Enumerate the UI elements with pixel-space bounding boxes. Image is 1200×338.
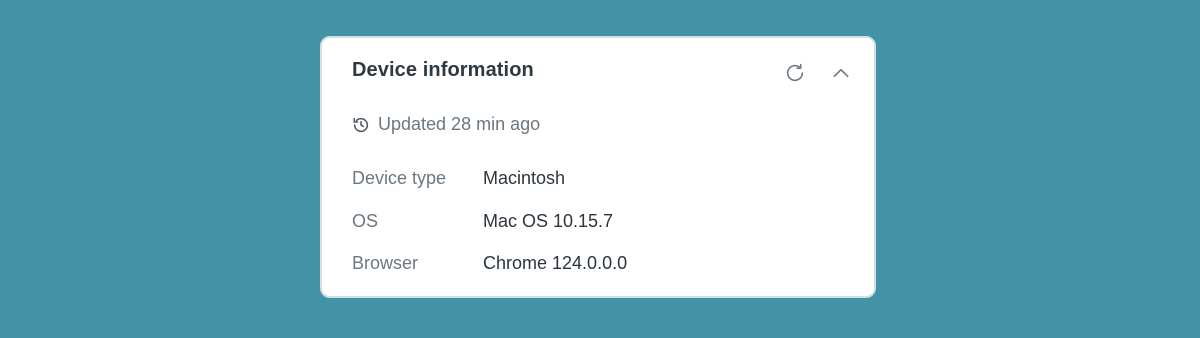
detail-label: Browser	[352, 253, 419, 273]
detail-label: Device type	[352, 168, 447, 188]
chevron-up-icon	[833, 68, 849, 78]
refresh-button[interactable]	[778, 56, 812, 90]
detail-row-browser: Browser Chrome 124.0.0.0	[352, 253, 627, 296]
detail-row-os: OS Mac OS 10.15.7	[352, 211, 627, 254]
detail-row-device-type: Device type Macintosh	[352, 168, 627, 211]
detail-value: Macintosh	[483, 168, 566, 188]
card-title: Device information	[352, 59, 534, 81]
detail-value: Mac OS 10.15.7	[483, 210, 614, 231]
detail-value: Chrome 124.0.0.0	[483, 253, 628, 273]
device-details: Device type Macintosh OS Mac OS 10.15.7 …	[352, 168, 627, 296]
history-icon	[352, 116, 370, 134]
last-updated: Updated 28 min ago	[352, 114, 540, 135]
detail-label: OS	[352, 210, 379, 231]
collapse-button[interactable]	[824, 56, 858, 90]
card-header-actions	[766, 56, 858, 90]
refresh-icon	[786, 63, 804, 82]
last-updated-text: Updated 28 min ago	[378, 114, 541, 134]
device-information-card: Device information Updated 28 min ago De…	[320, 36, 876, 298]
